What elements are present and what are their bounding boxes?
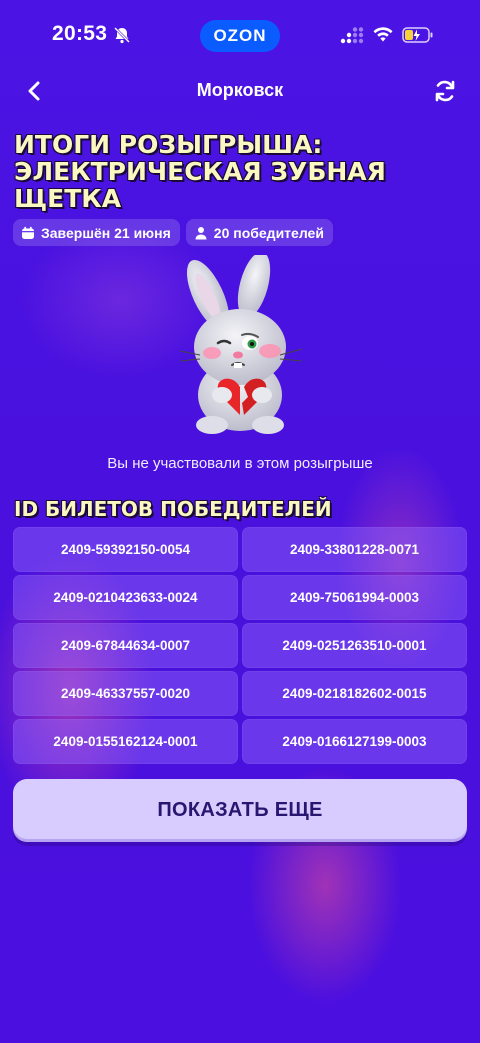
ticket-id: 2409-0218182602-0015: [242, 671, 467, 716]
winner-tickets-heading: ID БИЛЕТОВ ПОБЕДИТЕЛЕЙ: [14, 497, 332, 521]
page-title: Морковск: [196, 80, 284, 100]
wifi-icon: [373, 27, 393, 42]
not-participated-notice: Вы не участвовали в этом розыгрыше: [107, 455, 373, 472]
ticket-id: 2409-67844634-0007: [13, 623, 238, 668]
winners-count-chip: 20 победителей: [185, 219, 333, 246]
ticket-id: 2409-0251263510-0001: [242, 623, 467, 668]
ticket-id: 2409-59392150-0054: [13, 527, 238, 572]
status-bar: 20:53 OZON: [0, 0, 480, 70]
person-icon: [195, 226, 207, 239]
ticket-id: 2409-0210423633-0024: [13, 575, 238, 620]
finished-date-chip: Завершён 21 июня: [13, 219, 180, 246]
calendar-icon: [22, 226, 34, 239]
finished-date-label: Завершён 21 июня: [41, 224, 171, 241]
winners-count-label: 20 победителей: [213, 224, 324, 241]
ticket-id: 2409-0155162124-0001: [13, 719, 238, 764]
heading-line: ЭЛЕКТРИЧЕСКАЯ ЗУБНАЯ: [14, 157, 386, 186]
ticket-id: 2409-0166127199-0003: [242, 719, 467, 764]
back-chevron-icon[interactable]: [22, 78, 48, 104]
heading-line: ЩЕТКА: [14, 184, 122, 213]
heading-line: ИТОГИ РОЗЫГРЫША:: [14, 130, 323, 159]
ticket-id: 2409-46337557-0020: [13, 671, 238, 716]
giveaway-results-heading: ИТОГИ РОЗЫГРЫША: ЭЛЕКТРИЧЕСКАЯ ЗУБНАЯ ЩЕ…: [14, 131, 464, 212]
signal-icon: [340, 27, 364, 44]
show-more-button[interactable]: ПОКАЗАТЬ ЕЩЕ: [13, 779, 467, 842]
battery-charging-icon: [402, 27, 433, 43]
refresh-icon[interactable]: [432, 78, 458, 104]
ticket-id: 2409-75061994-0003: [242, 575, 467, 620]
status-time: 20:53: [52, 22, 108, 45]
winner-tickets-grid: 2409-59392150-0054 2409-33801228-0071 24…: [13, 527, 467, 764]
ozon-logo[interactable]: OZON: [200, 20, 280, 52]
sad-bunny-illustration: [179, 255, 303, 434]
ticket-id: 2409-33801228-0071: [242, 527, 467, 572]
info-chips: Завершён 21 июня 20 победителей: [13, 219, 333, 246]
bell-muted-icon: [114, 27, 130, 44]
